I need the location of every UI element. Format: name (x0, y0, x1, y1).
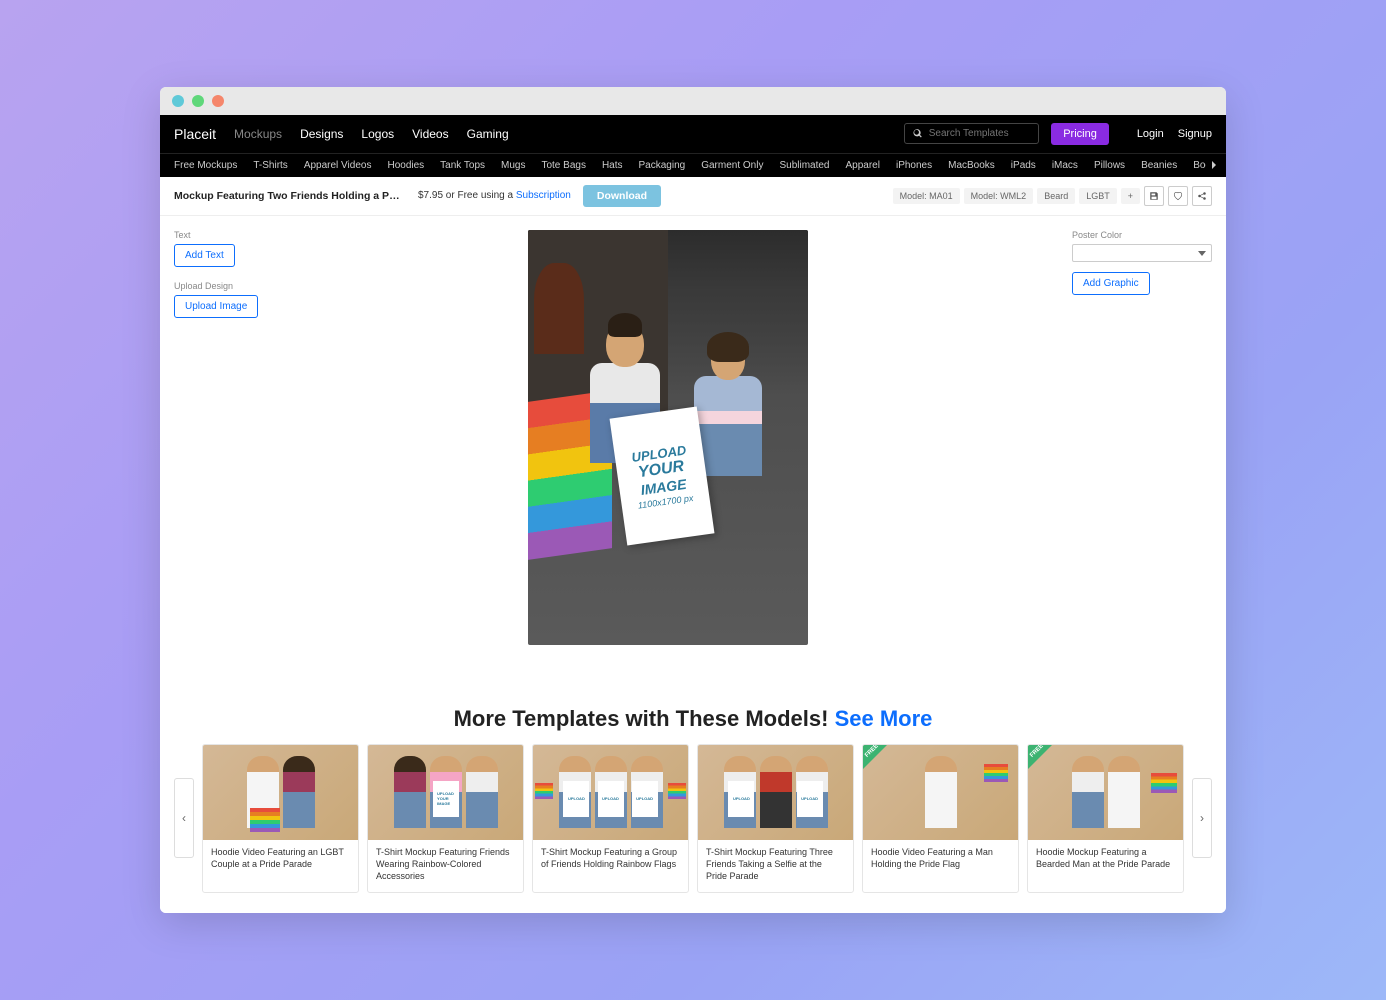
tag-list: Model: MA01Model: WML2BeardLGBT+ (893, 188, 1140, 204)
chevron-right-icon (1210, 161, 1218, 169)
card-title: Hoodie Video Featuring a Man Holding the… (863, 840, 1018, 880)
toolbar: Mockup Featuring Two Friends Holding a P… (160, 177, 1226, 216)
main-nav: Mockups Designs Logos Videos Gaming (234, 127, 509, 141)
subnav-item[interactable]: T-Shirts (253, 160, 287, 171)
subnav-item[interactable]: iPads (1011, 160, 1036, 171)
tag[interactable]: Model: WML2 (964, 188, 1034, 204)
logo[interactable]: Placeit (174, 126, 216, 142)
nav-gaming[interactable]: Gaming (467, 127, 509, 141)
card-title: T-Shirt Mockup Featuring Friends Wearing… (368, 840, 523, 892)
add-text-button[interactable]: Add Text (174, 244, 235, 267)
search-icon (913, 128, 923, 139)
subnav-item[interactable]: Tote Bags (541, 160, 585, 171)
template-card[interactable]: UPLOADUPLOADT-Shirt Mockup Featuring Thr… (697, 744, 854, 893)
subnav-item[interactable]: Hoodies (387, 160, 424, 171)
subscription-link[interactable]: Subscription (516, 190, 571, 201)
card-title: Hoodie Video Featuring an LGBT Couple at… (203, 840, 358, 880)
left-panel: Text Add Text Upload Design Upload Image (174, 230, 264, 676)
card-title: T-Shirt Mockup Featuring Three Friends T… (698, 840, 853, 892)
nav-mockups[interactable]: Mockups (234, 127, 282, 141)
tag[interactable]: Beard (1037, 188, 1075, 204)
right-panel: Poster Color Add Graphic (1072, 230, 1212, 676)
subnav-item[interactable]: Mugs (501, 160, 525, 171)
favorite-button[interactable] (1168, 186, 1188, 206)
template-card[interactable]: FREEHoodie Video Featuring a Man Holding… (862, 744, 1019, 893)
subnav-item[interactable]: Apparel (846, 160, 880, 171)
tag[interactable]: Model: MA01 (893, 188, 960, 204)
see-more-link[interactable]: See More (835, 706, 933, 731)
subnav-item[interactable]: Pillows (1094, 160, 1125, 171)
template-card[interactable]: UPLOADYOURIMAGET-Shirt Mockup Featuring … (367, 744, 524, 893)
mockup-preview[interactable]: UPLOAD YOUR IMAGE 1100x1700 px (528, 230, 808, 645)
browser-window: Placeit Mockups Designs Logos Videos Gam… (160, 87, 1226, 913)
mockup-title: Mockup Featuring Two Friends Holding a P… (174, 190, 404, 202)
subnav-item[interactable]: Free Mockups (174, 160, 237, 171)
card-thumbnail: FREE (863, 745, 1018, 840)
text-label: Text (174, 230, 264, 240)
signup-link[interactable]: Signup (1178, 128, 1212, 140)
tag[interactable]: + (1121, 188, 1140, 204)
subnav-item[interactable]: Packaging (639, 160, 686, 171)
poster-placeholder[interactable]: UPLOAD YOUR IMAGE 1100x1700 px (609, 407, 714, 546)
template-card[interactable]: FREEHoodie Mockup Featuring a Bearded Ma… (1027, 744, 1184, 893)
main-area: Text Add Text Upload Design Upload Image (160, 216, 1226, 696)
template-carousel: ‹ Hoodie Video Featuring an LGBT Couple … (174, 744, 1212, 893)
save-button[interactable] (1144, 186, 1164, 206)
price-text: $7.95 or Free using a Subscription (418, 190, 571, 201)
share-button[interactable] (1192, 186, 1212, 206)
poster-color-label: Poster Color (1072, 230, 1212, 240)
carousel-next[interactable]: › (1192, 778, 1212, 858)
save-icon (1149, 191, 1159, 201)
download-button[interactable]: Download (583, 185, 661, 207)
tag[interactable]: LGBT (1079, 188, 1117, 204)
subnav-item[interactable]: Apparel Videos (304, 160, 372, 171)
card-thumbnail (203, 745, 358, 840)
template-card[interactable]: UPLOADUPLOADUPLOADT-Shirt Mockup Featuri… (532, 744, 689, 893)
search-input[interactable] (929, 128, 1030, 139)
titlebar (160, 87, 1226, 115)
nav-logos[interactable]: Logos (361, 127, 394, 141)
carousel-prev[interactable]: ‹ (174, 778, 194, 858)
search-box[interactable] (904, 123, 1039, 144)
window-close-dot[interactable] (172, 95, 184, 107)
card-title: T-Shirt Mockup Featuring a Group of Frie… (533, 840, 688, 880)
more-templates-title: More Templates with These Models! See Mo… (174, 706, 1212, 732)
subnav-item[interactable]: Hats (602, 160, 623, 171)
preview-area: UPLOAD YOUR IMAGE 1100x1700 px (278, 230, 1058, 676)
subnav-item[interactable]: iPhones (896, 160, 932, 171)
card-thumbnail: UPLOADUPLOAD (698, 745, 853, 840)
add-graphic-button[interactable]: Add Graphic (1072, 272, 1150, 295)
subnav-item[interactable]: iMacs (1052, 160, 1078, 171)
subnav-scroll-right[interactable] (1206, 157, 1222, 173)
login-link[interactable]: Login (1137, 128, 1164, 140)
poster-color-select[interactable] (1072, 244, 1212, 262)
subnav-item[interactable]: Beanies (1141, 160, 1177, 171)
subnav-item[interactable]: Garment Only (701, 160, 763, 171)
upload-label: Upload Design (174, 281, 264, 291)
card-title: Hoodie Mockup Featuring a Bearded Man at… (1028, 840, 1183, 880)
window-max-dot[interactable] (212, 95, 224, 107)
subnav-item[interactable]: Sublimated (779, 160, 829, 171)
card-thumbnail: UPLOADYOURIMAGE (368, 745, 523, 840)
nav-designs[interactable]: Designs (300, 127, 343, 141)
window-min-dot[interactable] (192, 95, 204, 107)
card-thumbnail: FREE (1028, 745, 1183, 840)
subnav-item[interactable]: MacBooks (948, 160, 995, 171)
pricing-button[interactable]: Pricing (1051, 123, 1109, 145)
heart-icon (1173, 191, 1183, 201)
template-card[interactable]: Hoodie Video Featuring an LGBT Couple at… (202, 744, 359, 893)
upload-image-button[interactable]: Upload Image (174, 295, 258, 318)
nav-videos[interactable]: Videos (412, 127, 448, 141)
subnav: Free Mockups T-Shirts Apparel Videos Hoodie… (160, 153, 1226, 177)
share-icon (1197, 191, 1207, 201)
card-thumbnail: UPLOADUPLOADUPLOAD (533, 745, 688, 840)
header: Placeit Mockups Designs Logos Videos Gam… (160, 115, 1226, 153)
subnav-item[interactable]: Tank Tops (440, 160, 485, 171)
more-templates-section: More Templates with These Models! See Mo… (160, 696, 1226, 913)
